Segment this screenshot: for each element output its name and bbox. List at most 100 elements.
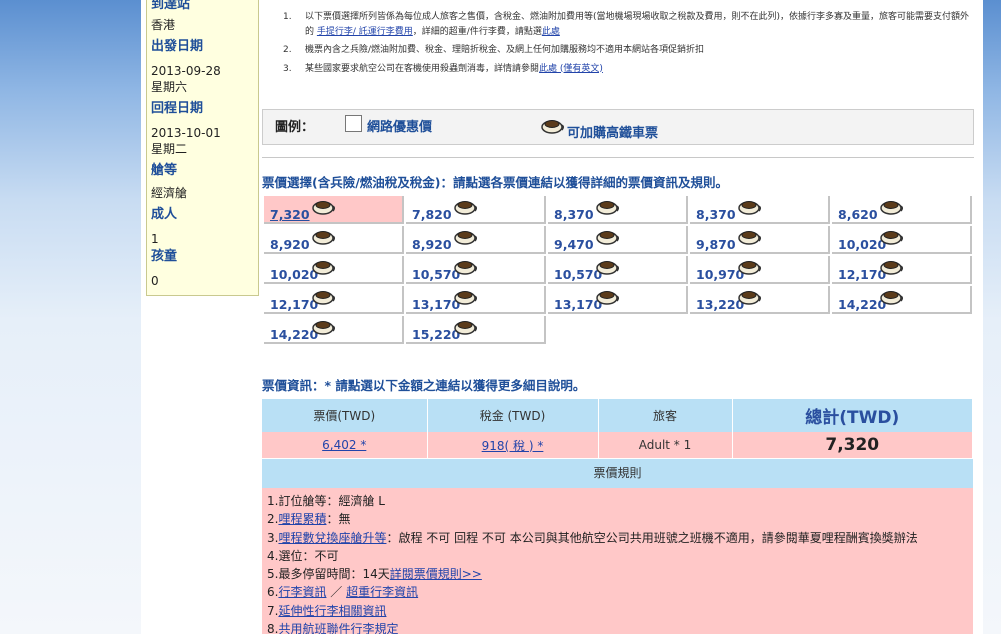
header-fare: 票價(TWD) [262, 399, 428, 432]
coffee-cup-icon [738, 287, 762, 309]
fare-option[interactable]: 8,620 [832, 196, 972, 224]
codeshare-baggage-link[interactable]: 共用航班聯件行李規定 [278, 622, 398, 634]
coffee-cup-icon [738, 257, 762, 279]
fare-option[interactable]: 12,170 [832, 256, 972, 284]
fare-price[interactable]: 12,170 [838, 267, 886, 282]
fare-price[interactable]: 14,220 [270, 327, 318, 342]
table-header-row: 票價(TWD) 稅金 (TWD) 旅客 總計(TWD) [262, 399, 973, 432]
coffee-cup-icon [312, 197, 336, 219]
fare-option[interactable]: 8,920 [264, 226, 404, 254]
fare-option[interactable]: 13,170 [406, 286, 546, 314]
fare-option[interactable]: 7,820 [406, 196, 546, 224]
excess-baggage-info-link[interactable]: 超重行李資訊 [346, 585, 418, 599]
legend-hsr-ticket: 可加購高鐵車票 [567, 126, 659, 141]
fare-option[interactable]: 10,020 [832, 226, 972, 254]
rule-2: 2.哩程累積：無 [267, 510, 968, 528]
fare-option[interactable]: 15,220 [406, 316, 546, 344]
adult-value: 1 [151, 232, 159, 246]
rule-3-text: ：啟程 不可 回程 不可 本公司與其他航空公司共用班號之班機不適用，請參閱華夏哩… [386, 530, 918, 545]
fare-price[interactable]: 13,220 [696, 297, 744, 312]
fare-rules-title: 票價規則 [262, 459, 973, 488]
fare-price[interactable]: 8,620 [838, 207, 878, 222]
fare-option[interactable]: 10,570 [406, 256, 546, 284]
fare-option[interactable]: 9,870 [690, 226, 830, 254]
note-text: 以下票價選擇所列皆係為每位成人旅客之售價，含稅金、燃油附加費用等(當地機場現場收… [305, 10, 973, 39]
rule-number: 2. [267, 512, 279, 527]
coffee-cup-icon [312, 257, 336, 279]
note-3-text: 某些國家要求航空公司在客機使用殺蟲劑消毒，詳情請參閱 [305, 63, 540, 74]
fare-price[interactable]: 10,970 [696, 267, 744, 282]
coffee-cup-icon [596, 197, 620, 219]
fare-option[interactable]: 14,220 [832, 286, 972, 314]
fare-detail-link[interactable]: 6,402 * [322, 438, 366, 452]
fare-price[interactable]: 10,570 [412, 267, 460, 282]
fare-price[interactable]: 14,220 [838, 297, 886, 312]
fare-price[interactable]: 7,820 [412, 207, 452, 222]
fare-price[interactable]: 9,470 [554, 237, 594, 252]
table-row: 6,402 * 918( 稅 ) * Adult * 1 7,320 [262, 432, 973, 458]
coffee-cup-icon [541, 116, 565, 138]
cabin-value: 經濟艙 [151, 186, 188, 200]
fare-price[interactable]: 9,870 [696, 237, 736, 252]
coffee-cup-icon [312, 287, 336, 309]
fare-option[interactable]: 7,320 [264, 196, 404, 224]
excess-baggage-link[interactable]: 此處 [542, 27, 560, 37]
baggage-fee-link[interactable]: 手提行李/ 託運行李費用 [317, 27, 413, 37]
fare-price[interactable]: 13,170 [412, 297, 460, 312]
fare-notes: 1. 以下票價選擇所列皆係為每位成人旅客之售價，含稅金、燃油附加費用等(當地機場… [283, 10, 973, 80]
fare-price[interactable]: 10,020 [270, 267, 318, 282]
fare-price[interactable]: 8,920 [270, 237, 310, 252]
cabin-label: 艙等 [151, 163, 178, 178]
adult-label: 成人 [151, 207, 178, 222]
return-weekday: 星期二 [151, 142, 188, 156]
mileage-upgrade-link[interactable]: 哩程數兌換座艙升等 [278, 531, 386, 545]
fare-option[interactable]: 10,570 [548, 256, 688, 284]
coffee-cup-icon [880, 287, 904, 309]
rule-separator: ／ [326, 585, 347, 600]
tax-cell: 918( 稅 ) * [427, 432, 599, 458]
fare-price[interactable]: 8,370 [554, 207, 594, 222]
mileage-accrual-link[interactable]: 哩程累積 [278, 512, 326, 526]
legend-title: 圖例： [275, 120, 315, 135]
fare-option[interactable]: 14,220 [264, 316, 404, 344]
fare-option[interactable]: 8,370 [690, 196, 830, 224]
fare-price[interactable]: 8,920 [412, 237, 452, 252]
rule-number: 3. [267, 530, 279, 545]
fare-option[interactable]: 8,920 [406, 226, 546, 254]
rule-number: 6. [267, 585, 279, 600]
rule-4: 4.選位：不可 [267, 548, 339, 563]
fare-price[interactable]: 12,170 [270, 297, 318, 312]
fare-price[interactable]: 8,370 [696, 207, 736, 222]
coffee-cup-icon [738, 197, 762, 219]
fare-rules-detail-link[interactable]: 詳閱票價規則>> [390, 567, 482, 581]
fare-rules: 1.訂位艙等：經濟艙 L 2.哩程累積：無 3.哩程數兌換座艙升等：啟程 不可 … [262, 488, 973, 634]
fare-option[interactable]: 12,170 [264, 286, 404, 314]
note-2-text: 機票內含之兵險/燃油附加費、稅金、理賠折稅金、及網上任何加購服務均不適用本網站各… [305, 45, 705, 55]
fare-price[interactable]: 7,320 [270, 207, 310, 222]
extended-baggage-link[interactable]: 延伸性行李相關資訊 [278, 604, 386, 618]
arrival-label: 到達站 [151, 0, 191, 12]
rule-number: 8. [267, 622, 279, 634]
coffee-cup-icon [738, 227, 762, 249]
baggage-info-link[interactable]: 行李資訊 [278, 585, 326, 599]
coffee-cup-icon [312, 227, 336, 249]
tax-detail-link[interactable]: 918( 稅 ) * [482, 439, 544, 453]
coffee-cup-icon [880, 257, 904, 279]
fare-option[interactable]: 13,170 [548, 286, 688, 314]
child-label: 孩童 [151, 249, 178, 264]
disinsection-link[interactable]: 此處 (僅有英文) [539, 64, 603, 74]
fare-option[interactable]: 9,470 [548, 226, 688, 254]
legend-box: 圖例： 網路優惠價 可加購高鐵車票 [262, 109, 974, 145]
fare-price[interactable]: 10,570 [554, 267, 602, 282]
fare-option[interactable]: 10,970 [690, 256, 830, 284]
fare-price[interactable]: 10,020 [838, 237, 886, 252]
note-text: 某些國家要求航空公司在客機使用殺蟲劑消毒，詳情請參閱此處 (僅有英文) [305, 62, 603, 77]
fare-option[interactable]: 10,020 [264, 256, 404, 284]
fare-price[interactable]: 13,170 [554, 297, 602, 312]
fare-option[interactable]: 13,220 [690, 286, 830, 314]
fare-price[interactable]: 15,220 [412, 327, 460, 342]
child-value: 0 [151, 274, 159, 288]
fare-info-title: 票價資訊：* 請點選以下金額之連結以獲得更多細目說明。 [262, 378, 586, 393]
fare-option[interactable]: 8,370 [548, 196, 688, 224]
note-1: 1. 以下票價選擇所列皆係為每位成人旅客之售價，含稅金、燃油附加費用等(當地機場… [283, 10, 973, 39]
